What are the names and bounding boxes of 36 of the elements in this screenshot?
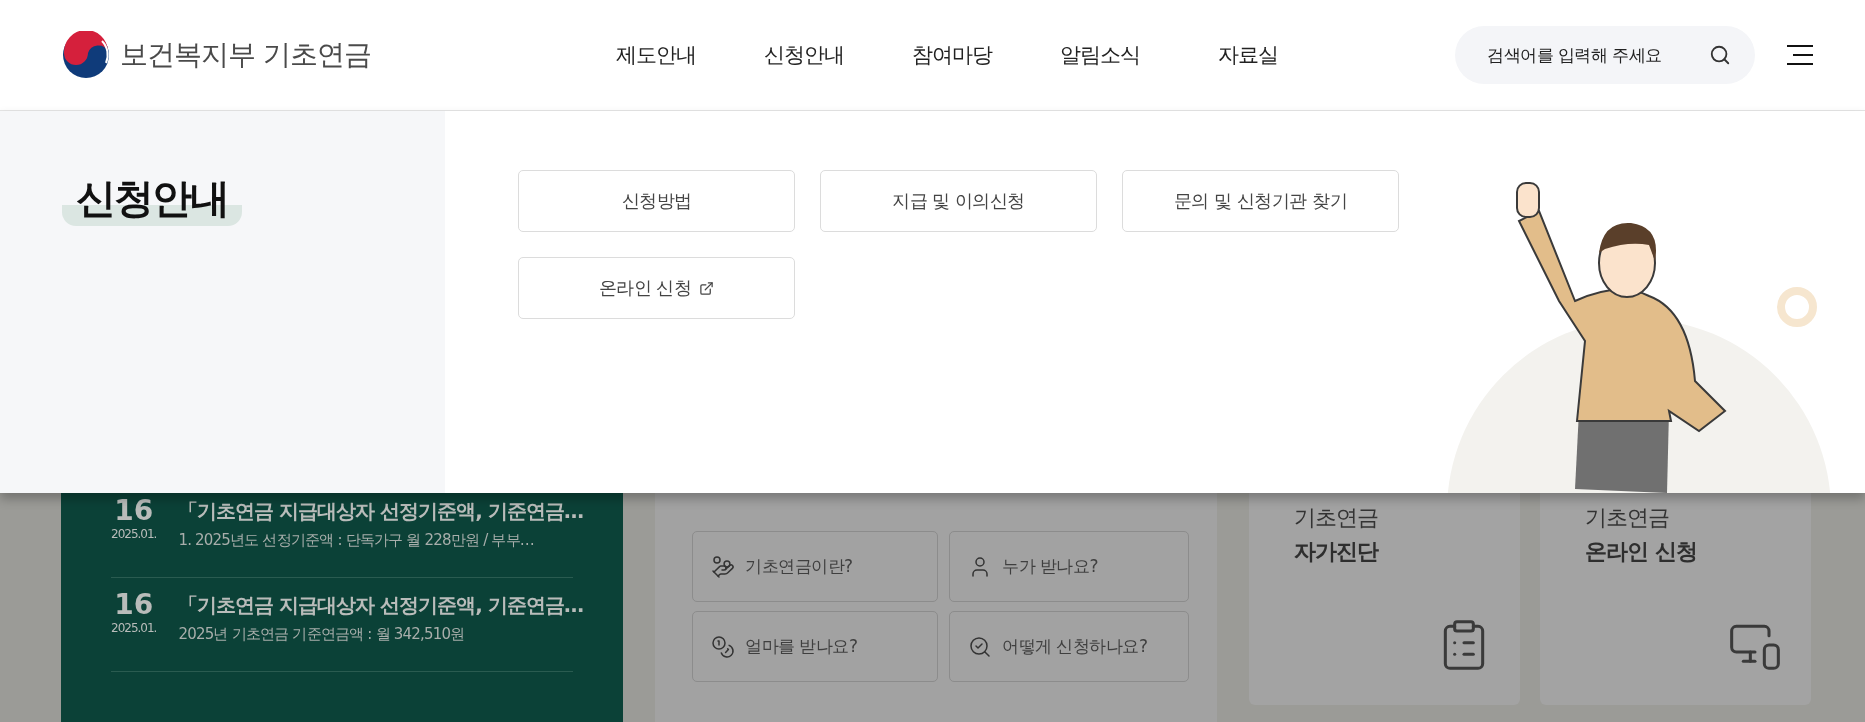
card-title: 자가진단 <box>1294 538 1380 566</box>
news-day: 16 <box>114 494 154 527</box>
emblem-icon <box>62 31 110 79</box>
submenu-link[interactable]: 온라인 신청 <box>518 257 795 319</box>
submenu-link[interactable]: 지급 및 이의신청 <box>820 170 1097 232</box>
quick-link-icon <box>711 634 735 659</box>
quick-link-icon <box>711 554 735 579</box>
card-subtitle: 기초연금 <box>1585 504 1670 532</box>
submenu-link[interactable]: 신청방법 <box>518 170 795 232</box>
card-title: 온라인 신청 <box>1585 538 1698 566</box>
news-summary: 2025년 기초연금 기준연금액 : 월 342,510원 <box>178 625 466 644</box>
nav-menu-item[interactable]: 알림소식 <box>1026 41 1174 69</box>
quick-link[interactable]: 기초연금이란? <box>692 531 938 602</box>
news-month: 2025.01. <box>111 527 157 541</box>
nav-menu-item[interactable]: 제도안내 <box>582 41 730 69</box>
quick-link-icon <box>968 634 992 659</box>
search-icon[interactable] <box>1709 44 1731 66</box>
nav-menu-item[interactable]: 자료실 <box>1174 41 1322 69</box>
site-logo-text[interactable]: 보건복지부 기초연금 <box>120 36 371 74</box>
quick-link[interactable]: 누가 받나요? <box>949 531 1189 602</box>
service-card[interactable]: 기초연금 온라인 신청 <box>1540 493 1811 705</box>
external-link-icon <box>699 280 715 296</box>
quick-link[interactable]: 얼마를 받나요? <box>692 611 938 682</box>
news-day: 16 <box>114 588 154 621</box>
submenu-link[interactable]: 문의 및 신청기관 찾기 <box>1122 170 1399 232</box>
quick-link[interactable]: 어떻게 신청하나요? <box>949 611 1189 682</box>
card-subtitle: 기초연금 <box>1294 504 1379 532</box>
service-card[interactable]: 기초연금 자가진단 <box>1249 493 1520 705</box>
nav-menu-item[interactable]: 신청안내 <box>730 41 878 69</box>
news-summary: 1. 2025년도 선정기준액 : 단독가구 월 228만원 / 부부… <box>178 531 535 550</box>
news-month: 2025.01. <box>111 621 157 635</box>
search-field[interactable]: 검색어를 입력해 주세요 <box>1455 26 1755 84</box>
menu-icon[interactable] <box>1787 45 1813 65</box>
nav-menu-item[interactable]: 참여마당 <box>878 41 1026 69</box>
news-title[interactable]: 「기초연금 지급대상자 선정기준액, 기준연금… <box>178 498 583 525</box>
news-title[interactable]: 「기초연금 지급대상자 선정기준액, 기준연금… <box>178 592 583 619</box>
